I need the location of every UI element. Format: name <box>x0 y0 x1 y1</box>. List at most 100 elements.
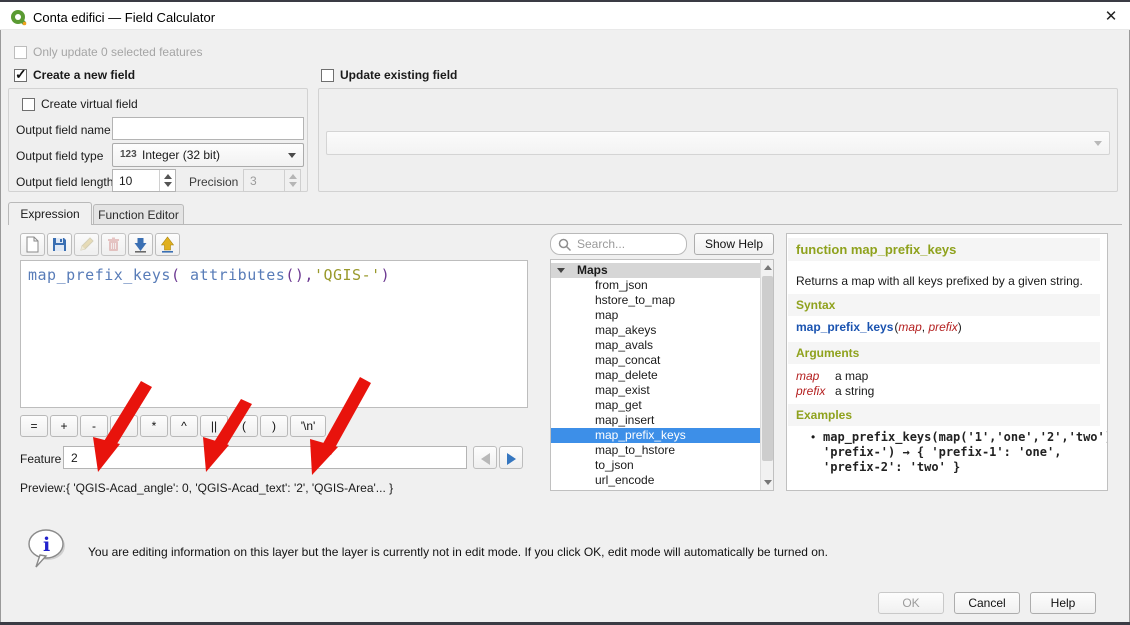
feature-combo[interactable]: 2 <box>63 446 467 469</box>
function-item[interactable]: map_delete <box>551 368 761 383</box>
info-bubble-icon: i <box>26 529 72 577</box>
close-button[interactable]: ✕ <box>1096 6 1126 28</box>
spin-up-icon[interactable] <box>164 174 172 179</box>
function-group-maps[interactable]: Maps <box>551 263 761 278</box>
function-item[interactable]: map_akeys <box>551 323 761 338</box>
function-item[interactable]: map_avals <box>551 338 761 353</box>
new-expression-button[interactable] <box>20 233 45 256</box>
function-item[interactable]: from_json <box>551 278 761 293</box>
function-item-selected[interactable]: map_prefix_keys <box>551 428 761 443</box>
precision-value: 3 <box>250 174 257 188</box>
only-update-checkbox-box[interactable] <box>14 46 27 59</box>
scroll-down-icon[interactable] <box>764 480 772 485</box>
operator-power-button[interactable]: ^ <box>170 415 198 437</box>
operator-newline-button[interactable]: '\n' <box>290 415 326 437</box>
operator-label: * <box>152 419 157 433</box>
code-punct: ( <box>171 266 190 284</box>
output-field-length-label: Output field length <box>16 175 113 189</box>
function-item[interactable]: url_encode <box>551 473 761 488</box>
argument-name: prefix <box>796 384 825 398</box>
operator-open-paren-button[interactable]: ( <box>230 415 258 437</box>
ok-button: OK <box>878 592 944 614</box>
function-item-label: map_to_hstore <box>595 443 675 458</box>
tab-function-editor[interactable]: Function Editor <box>93 204 184 225</box>
syntax-arg-map: map <box>898 320 921 334</box>
operator-close-paren-button[interactable]: ) <box>260 415 288 437</box>
function-item-label: map_prefix_keys <box>595 428 686 443</box>
search-icon <box>558 238 572 252</box>
window-title: Conta edifici — Field Calculator <box>33 10 215 25</box>
precision-spinbox: 3 <box>243 169 301 192</box>
only-update-label: Only update 0 selected features <box>33 45 202 59</box>
update-existing-field-checkbox[interactable]: Update existing field <box>321 68 457 85</box>
create-new-field-checkbox-box[interactable]: ✓ <box>14 69 27 82</box>
function-list[interactable]: Maps from_json hstore_to_map map map_ake… <box>550 259 774 491</box>
close-icon: ✕ <box>1105 8 1118 25</box>
scroll-up-icon[interactable] <box>764 265 772 270</box>
function-item[interactable]: map_exist <box>551 383 761 398</box>
operator-label: + <box>60 419 67 433</box>
cancel-button[interactable]: Cancel <box>954 592 1020 614</box>
next-arrow-icon <box>507 453 516 465</box>
function-item-label: from_json <box>595 278 648 293</box>
function-item-label: hstore_to_map <box>595 293 675 308</box>
save-expression-button[interactable] <box>47 233 72 256</box>
expression-code: map_prefix_keys( attributes(),'QGIS-') <box>28 266 390 284</box>
output-field-name-input[interactable] <box>112 117 304 140</box>
create-virtual-field-checkbox[interactable]: Create virtual field <box>22 97 138 114</box>
function-item[interactable]: map_concat <box>551 353 761 368</box>
export-expression-button[interactable] <box>155 233 180 256</box>
previous-feature-button <box>473 446 497 469</box>
function-item[interactable]: map_get <box>551 398 761 413</box>
chevron-down-icon[interactable] <box>557 268 565 273</box>
only-update-checkbox[interactable]: Only update 0 selected features <box>14 45 202 62</box>
length-spin-buttons[interactable] <box>159 170 175 191</box>
create-virtual-field-label: Create virtual field <box>41 97 138 111</box>
help-examples-heading: Examples <box>788 404 1100 426</box>
function-item-label: map <box>595 308 618 323</box>
update-existing-field-label: Update existing field <box>340 68 457 82</box>
expression-editor[interactable]: map_prefix_keys( attributes(),'QGIS-') <box>20 260 528 408</box>
update-existing-field-checkbox-box[interactable] <box>321 69 334 82</box>
svg-text:i: i <box>43 534 50 556</box>
function-help-panel: function map_prefix_keys Returns a map w… <box>786 233 1108 491</box>
next-feature-button[interactable] <box>499 446 523 469</box>
tab-expression[interactable]: Expression <box>8 202 92 225</box>
operator-concat-button[interactable]: || <box>200 415 228 437</box>
show-help-button[interactable]: Show Help <box>694 233 774 255</box>
tab-function-editor-label: Function Editor <box>98 208 179 222</box>
function-item[interactable]: map_to_hstore <box>551 443 761 458</box>
output-field-length-spinbox[interactable]: 10 <box>112 169 176 192</box>
create-virtual-field-checkbox-box[interactable] <box>22 98 35 111</box>
function-item-label: map_exist <box>595 383 650 398</box>
field-calculator-dialog: Conta edifici — Field Calculator ✕ Only … <box>0 0 1130 625</box>
function-item[interactable]: to_json <box>551 458 761 473</box>
checkmark-icon: ✓ <box>15 66 27 83</box>
operator-multiply-button[interactable]: * <box>140 415 168 437</box>
function-item-label: map_concat <box>595 353 660 368</box>
ok-label: OK <box>902 596 919 610</box>
function-list-scrollbar[interactable] <box>760 260 773 490</box>
operator-divide-button[interactable]: / <box>110 415 138 437</box>
output-field-length-value: 10 <box>119 174 132 188</box>
preview-label: Preview: <box>20 481 66 495</box>
function-item-label: to_json <box>595 458 634 473</box>
group-label: Maps <box>577 263 608 278</box>
operator-minus-button[interactable]: - <box>80 415 108 437</box>
operator-label: || <box>211 419 217 433</box>
import-expression-button[interactable] <box>128 233 153 256</box>
function-item[interactable]: hstore_to_map <box>551 293 761 308</box>
search-input[interactable] <box>577 237 677 251</box>
operator-plus-button[interactable]: + <box>50 415 78 437</box>
help-button[interactable]: Help <box>1030 592 1096 614</box>
function-item[interactable]: map_insert <box>551 413 761 428</box>
argument-desc: a string <box>835 384 874 398</box>
help-title: function map_prefix_keys <box>788 238 1100 261</box>
output-field-type-combo[interactable]: 123 Integer (32 bit) <box>112 143 304 167</box>
create-new-field-checkbox[interactable]: ✓Create a new field <box>14 68 135 85</box>
operator-equals-button[interactable]: = <box>20 415 48 437</box>
scrollbar-thumb[interactable] <box>762 276 773 461</box>
function-item[interactable]: map <box>551 308 761 323</box>
search-box[interactable] <box>550 233 687 255</box>
spin-down-icon[interactable] <box>164 182 172 187</box>
